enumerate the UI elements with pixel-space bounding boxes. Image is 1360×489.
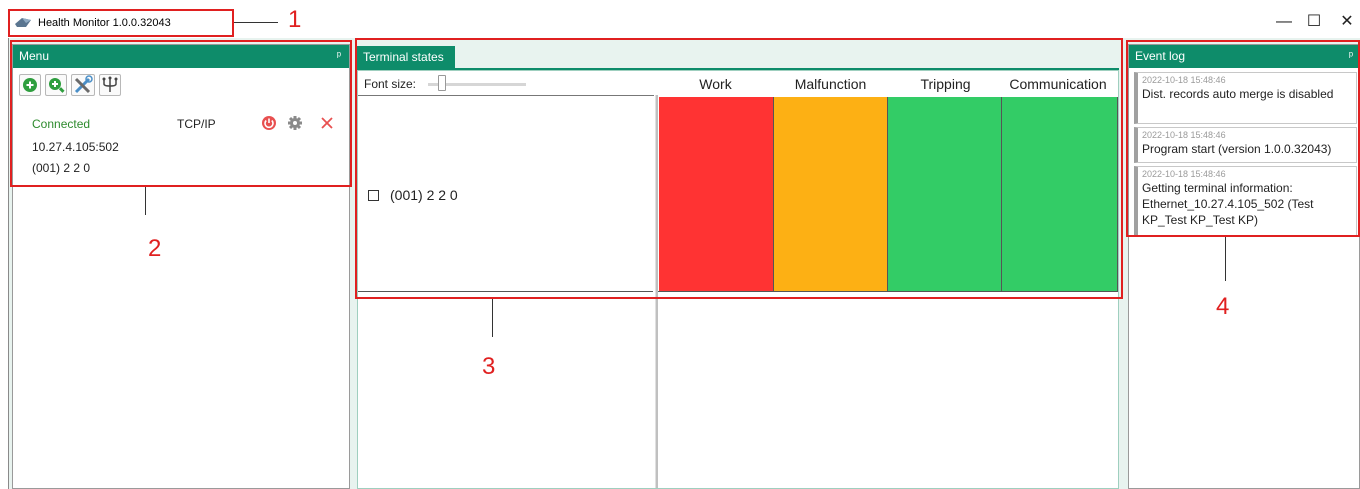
annotation-number-1: 1 <box>288 6 302 33</box>
annotation-box-1 <box>8 9 234 37</box>
annotation-leader-3 <box>492 299 493 337</box>
annotation-box-3 <box>355 38 1123 299</box>
annotation-number-2: 2 <box>148 235 162 262</box>
annotation-leader-1 <box>234 22 278 23</box>
annotation-leader-2 <box>145 187 146 215</box>
minimize-button[interactable]: — <box>1269 10 1299 34</box>
annotation-number-3: 3 <box>482 353 496 380</box>
annotation-box-2 <box>10 40 352 187</box>
empty-terminal-area <box>358 293 654 488</box>
annotation-box-4 <box>1126 40 1360 237</box>
close-button[interactable]: ✕ <box>1332 10 1360 34</box>
annotation-number-4: 4 <box>1216 293 1230 320</box>
annotation-leader-4 <box>1225 237 1226 281</box>
maximize-button[interactable]: ☐ <box>1299 10 1329 34</box>
